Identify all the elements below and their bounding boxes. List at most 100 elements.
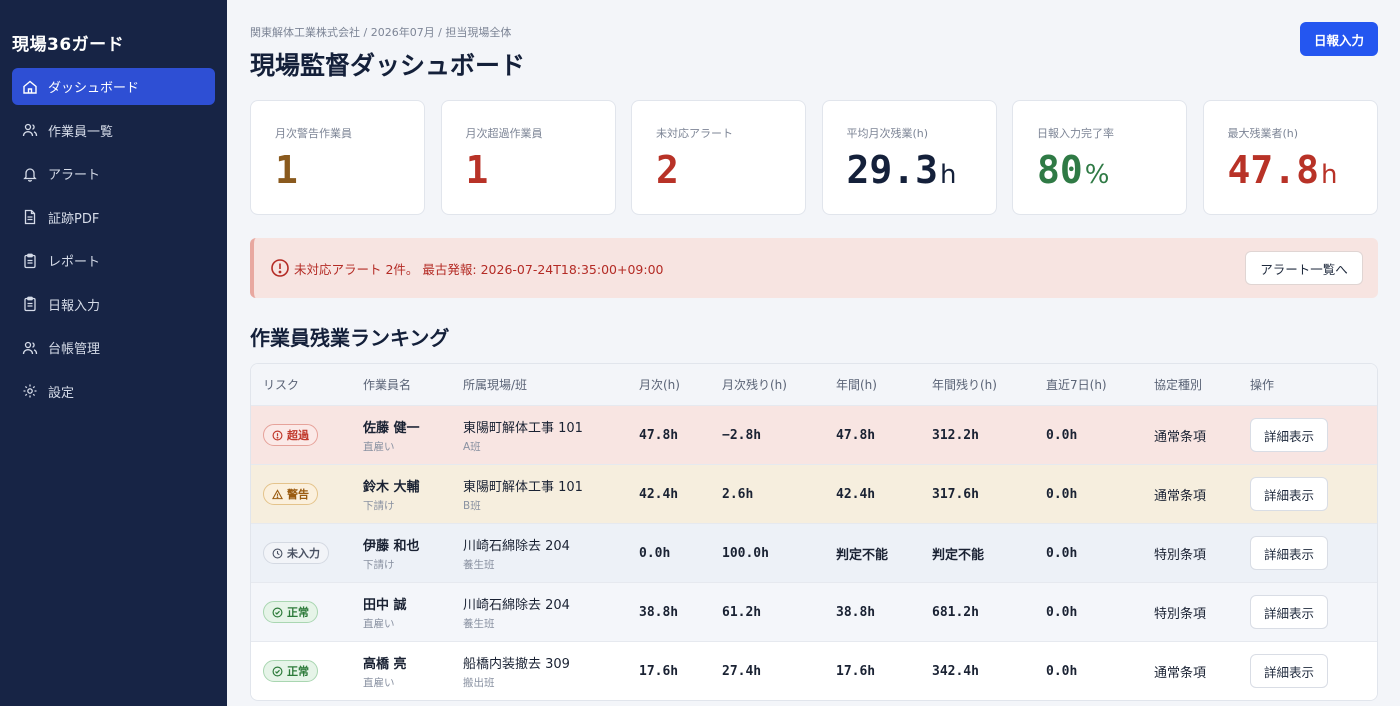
risk-cell: 超過 — [251, 424, 363, 446]
worker-cell: 鈴木 大輔 下請け — [363, 476, 463, 513]
worker-cell: 佐藤 健一 直雇い — [363, 417, 463, 454]
annual-remaining: 312.2h — [932, 427, 979, 443]
worker-name: 佐藤 健一 — [363, 420, 420, 436]
gear-icon — [22, 383, 38, 399]
risk-badge-over: 超過 — [263, 424, 318, 446]
worker-cell: 高橋 亮 直雇い — [363, 653, 463, 690]
detail-button[interactable]: 詳細表示 — [1250, 654, 1328, 688]
column-header: 所属現場/班 — [463, 378, 528, 392]
summary-card-monthly-warning: 月次警告作業員 1 — [250, 100, 425, 215]
sidebar-item-label: 台帳管理 — [48, 342, 101, 357]
check-circle-icon — [272, 607, 283, 617]
sidebar-item-label: レポート — [48, 255, 101, 270]
daily-report-button[interactable]: 日報入力 — [1300, 22, 1378, 56]
risk-label: 未入力 — [287, 547, 320, 560]
alert-circle-icon — [270, 258, 290, 278]
sidebar-item-reports[interactable]: レポート — [12, 242, 215, 279]
team-name: A班 — [463, 440, 481, 453]
home-icon — [22, 79, 38, 95]
column-header: 協定種別 — [1154, 378, 1203, 392]
sidebar-item-ledger[interactable]: 台帳管理 — [12, 329, 215, 366]
worker-name: 高橋 亮 — [363, 656, 407, 672]
risk-cell: 正常 — [251, 660, 363, 682]
monthly-remaining: −2.8h — [722, 427, 762, 443]
alert-circle-icon — [272, 430, 283, 440]
agreement-type: 特別条項 — [1154, 547, 1207, 563]
monthly-hours: 17.6h — [639, 663, 679, 679]
agreement-type: 通常条項 — [1154, 665, 1207, 681]
clock-icon — [272, 548, 283, 558]
sidebar-item-workers[interactable]: 作業員一覧 — [12, 112, 215, 149]
site-name: 東陽町解体工事 101 — [463, 479, 583, 495]
monthly-hours: 42.4h — [639, 486, 679, 502]
sidebar-item-label: アラート — [48, 168, 101, 183]
team-name: 養生班 — [463, 558, 495, 571]
agreement-type: 通常条項 — [1154, 429, 1207, 445]
sidebar-item-settings[interactable]: 設定 — [12, 373, 215, 410]
monthly-remaining: 61.2h — [722, 604, 762, 620]
risk-label: 正常 — [287, 606, 309, 619]
column-header: 年間(h) — [836, 378, 877, 392]
table-row: 超過 佐藤 健一 直雇い 東陽町解体工事 101 A班 47.8h −2.8h … — [251, 405, 1377, 464]
action-cell: 詳細表示 — [1250, 477, 1350, 511]
column-header: 月次(h) — [639, 378, 680, 392]
detail-button[interactable]: 詳細表示 — [1250, 595, 1328, 629]
card-number: 1 — [465, 148, 489, 192]
employment-type: 下請け — [363, 558, 395, 571]
worker-cell: 伊藤 和也 下請け — [363, 535, 463, 572]
summary-card-report-completion: 日報入力完了率 80% — [1012, 100, 1187, 215]
summary-card-monthly-over: 月次超過作業員 1 — [440, 100, 616, 215]
check-circle-icon — [272, 666, 283, 676]
monthly-hours: 0.0h — [639, 545, 671, 561]
sidebar-item-label: 設定 — [48, 385, 75, 401]
risk-badge-normal: 正常 — [263, 660, 318, 682]
sidebar-item-evidence-pdf[interactable]: 証跡PDF — [12, 199, 215, 236]
sidebar-item-dashboard[interactable]: ダッシュボード — [12, 68, 215, 105]
alert-list-button[interactable]: アラート一覧へ — [1245, 251, 1363, 285]
warning-triangle-icon — [272, 488, 283, 499]
column-header: 直近7日(h) — [1046, 378, 1107, 392]
risk-badge-no-input: 未入力 — [263, 542, 329, 564]
document-icon — [22, 209, 38, 225]
sidebar-item-label: ダッシュボード — [48, 81, 140, 96]
sidebar-item-label: 証跡PDF — [48, 211, 100, 227]
sidebar-item-alerts[interactable]: アラート — [12, 155, 215, 192]
employment-type: 直雇い — [363, 440, 395, 453]
annual-remaining: 判定不能 — [932, 547, 985, 563]
column-header: 年間残り(h) — [932, 378, 997, 392]
card-label: 日報入力完了率 — [1037, 127, 1114, 140]
detail-button[interactable]: 詳細表示 — [1250, 418, 1328, 452]
annual-hours: 17.6h — [836, 663, 876, 679]
site-cell: 東陽町解体工事 101 B班 — [463, 476, 639, 513]
risk-label: 超過 — [287, 429, 309, 442]
users-icon — [22, 340, 38, 356]
detail-button[interactable]: 詳細表示 — [1250, 477, 1328, 511]
card-label: 未対応アラート — [656, 127, 733, 140]
table-row: 正常 高橋 亮 直雇い 船橋内装撤去 309 搬出班 17.6h 27.4h 1… — [251, 641, 1377, 700]
risk-cell: 未入力 — [251, 542, 363, 564]
summary-card-max-overtime: 最大残業者(h) 47.8h — [1202, 100, 1378, 215]
action-cell: 詳細表示 — [1250, 418, 1350, 452]
site-name: 川崎石綿除去 204 — [463, 597, 570, 613]
sidebar-item-label: 作業員一覧 — [48, 124, 114, 140]
detail-button[interactable]: 詳細表示 — [1250, 536, 1328, 570]
card-number: 2 — [656, 148, 679, 192]
annual-hours: 42.4h — [836, 486, 876, 502]
summary-card-avg-overtime: 平均月次残業(h) 29.3h — [821, 100, 997, 215]
card-number: 1 — [275, 148, 298, 192]
last7-hours: 0.0h — [1046, 545, 1078, 561]
table-header: リスク 作業員名 所属現場/班 月次(h) 月次残り(h) 年間(h) 年間残り… — [251, 364, 1377, 405]
table-row: 警告 鈴木 大輔 下請け 東陽町解体工事 101 B班 42.4h 2.6h 4… — [251, 464, 1377, 523]
card-value: 1 — [466, 151, 615, 189]
sidebar-item-label: 日報入力 — [48, 298, 101, 314]
last7-hours: 0.0h — [1046, 427, 1078, 443]
risk-label: 正常 — [287, 665, 309, 678]
table-row: 正常 田中 誠 直雇い 川崎石綿除去 204 養生班 38.8h 61.2h 3… — [251, 582, 1377, 641]
card-number: 47.8 — [1227, 148, 1320, 192]
annual-hours: 判定不能 — [836, 547, 889, 563]
team-name: 搬出班 — [463, 676, 495, 689]
agreement-type: 通常条項 — [1154, 488, 1207, 504]
sidebar-item-daily-report[interactable]: 日報入力 — [12, 286, 215, 323]
team-name: 養生班 — [463, 617, 495, 630]
site-cell: 東陽町解体工事 101 A班 — [463, 417, 639, 454]
